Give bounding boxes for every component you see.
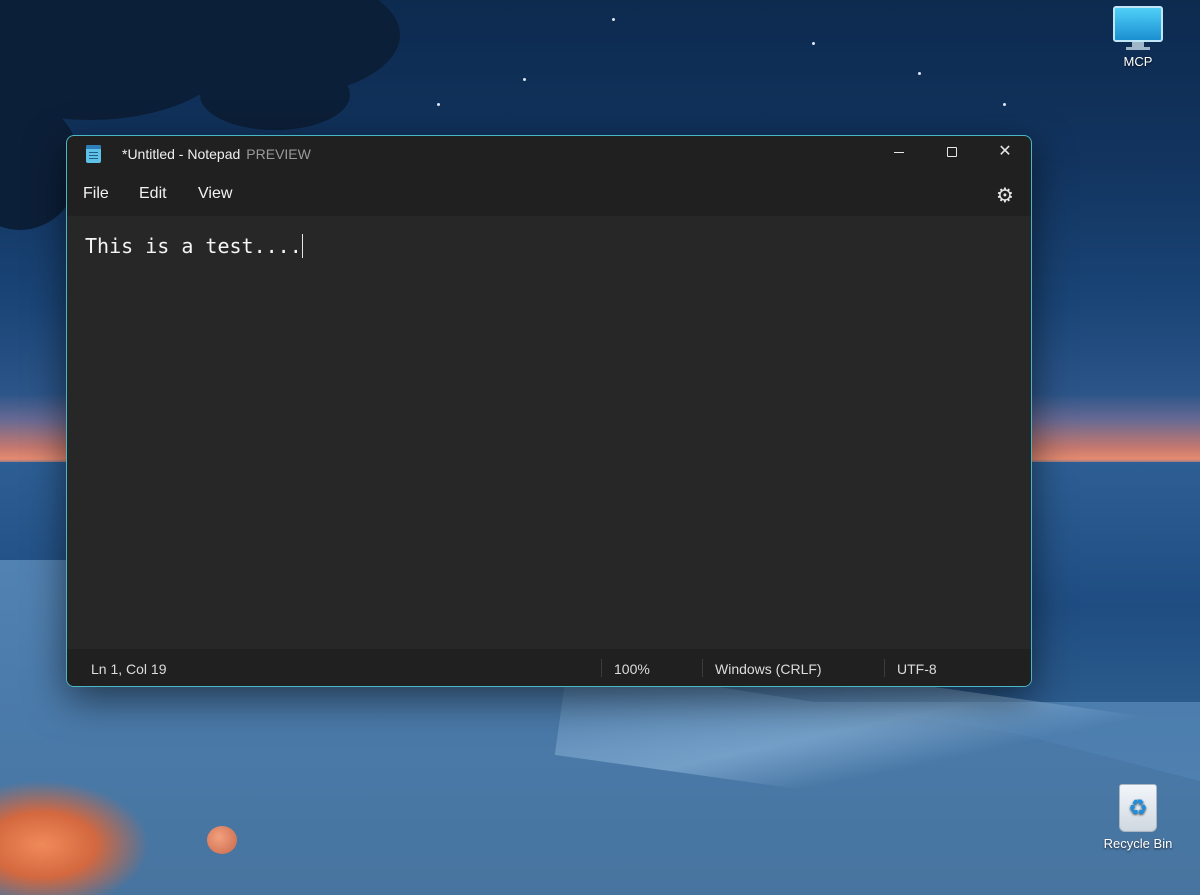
status-line-ending: Windows (CRLF) [715,661,822,677]
wallpaper-campfire [0,780,150,895]
status-divider [884,659,885,677]
menu-edit[interactable]: Edit [139,185,167,203]
status-zoom: 100% [614,661,650,677]
minimize-button[interactable] [873,136,925,168]
maximize-button[interactable] [926,136,978,168]
wallpaper-star [1003,103,1006,106]
status-divider [702,659,703,677]
wallpaper-star [437,103,440,106]
preview-badge: PREVIEW [246,146,311,162]
wallpaper-star [523,78,526,81]
notepad-app-icon [86,145,101,163]
wallpaper-star [812,42,815,45]
notepad-window: *Untitled - Notepad PREVIEW ✕ File Edit V… [66,135,1032,687]
wallpaper-rock [207,826,237,854]
computer-monitor-icon [1098,6,1178,50]
settings-button[interactable]: ⚙ [996,183,1014,208]
minimize-icon [894,151,904,153]
menu-file[interactable]: File [83,185,109,203]
close-button[interactable]: ✕ [979,136,1031,168]
status-encoding: UTF-8 [897,661,937,677]
maximize-icon [947,147,957,157]
editor-content: This is a test.... [85,234,302,258]
wallpaper-star [918,72,921,75]
status-bar: Ln 1, Col 19 100% Windows (CRLF) UTF-8 [67,649,1031,686]
menu-view[interactable]: View [198,185,232,203]
window-title-text: *Untitled - Notepad [122,146,241,162]
wallpaper-tree [200,60,350,130]
desktop-icon-label: MCP [1123,54,1153,69]
window-title: *Untitled - Notepad PREVIEW [122,146,311,162]
desktop-icon-mcp[interactable]: MCP [1098,6,1178,69]
menu-bar: File Edit View ⚙ [67,172,1031,216]
recycle-bin-icon: ♻ [1119,784,1157,832]
editor-text-area[interactable]: This is a test.... [85,234,303,258]
text-caret [301,234,303,258]
wallpaper-star [612,18,615,21]
gear-icon: ⚙ [996,185,1014,207]
title-bar[interactable]: *Untitled - Notepad PREVIEW ✕ [67,136,1031,172]
desktop-icon-label: Recycle Bin [1103,836,1173,851]
status-divider [601,659,602,677]
close-icon: ✕ [998,143,1012,160]
desktop-icon-recycle-bin[interactable]: ♻ Recycle Bin [1098,784,1178,851]
desktop: MCP ♻ Recycle Bin *Untitled - Notepad PRE… [0,0,1200,895]
status-cursor-position: Ln 1, Col 19 [91,661,167,677]
text-editor[interactable]: This is a test.... [67,216,1031,649]
